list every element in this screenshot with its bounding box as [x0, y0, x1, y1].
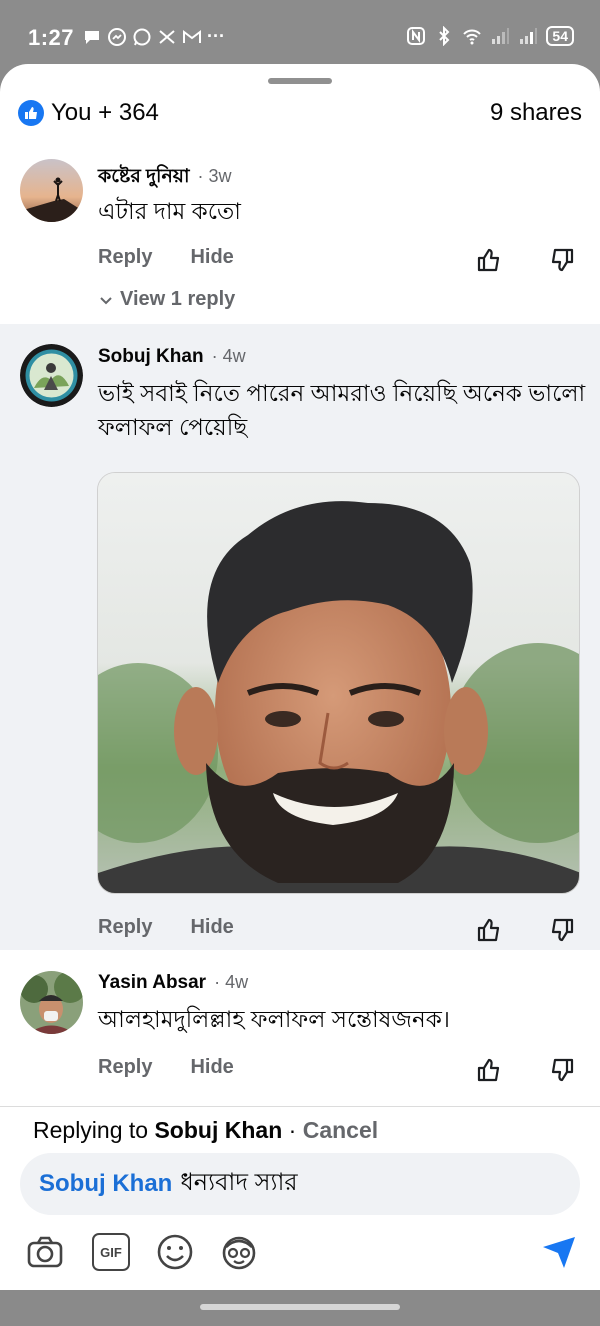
nfc-icon	[407, 27, 426, 45]
comment-actions: Reply Hide	[98, 1056, 234, 1079]
status-bar: 1:27 ··· 54	[0, 0, 600, 70]
comment-time: · 3w	[197, 166, 232, 186]
thumbs-up-icon[interactable]	[475, 1056, 503, 1084]
home-gesture-bar[interactable]	[200, 1304, 400, 1310]
hide-button[interactable]: Hide	[190, 246, 233, 269]
likes-text: You + 364	[51, 99, 159, 126]
comment-actions: Reply Hide	[98, 246, 234, 269]
avatar[interactable]	[20, 971, 83, 1034]
system-navigation-bar	[0, 1290, 600, 1326]
comment-time: · 4w	[214, 972, 249, 992]
commenter-name[interactable]: Sobuj Khan	[98, 346, 204, 368]
system-icons: 54	[406, 26, 574, 46]
thumbs-down-icon[interactable]	[548, 246, 576, 274]
comment-header: Yasin Absar · 4w	[98, 972, 248, 994]
reply-composer: Replying to Sobuj Khan · Cancel Sobuj Kh…	[0, 1106, 600, 1290]
thumbs-down-icon[interactable]	[548, 1056, 576, 1084]
reaction-count[interactable]: You + 364	[18, 99, 159, 127]
chevron-down-icon	[100, 296, 112, 304]
notification-icons: ···	[82, 26, 225, 47]
gif-icon[interactable]: GIF	[92, 1233, 130, 1271]
commenter-name[interactable]: Yasin Absar	[98, 972, 206, 994]
battery-icon: 54	[546, 26, 574, 46]
reply-button[interactable]: Reply	[98, 916, 152, 939]
camera-icon[interactable]	[26, 1233, 64, 1271]
bluetooth-icon	[439, 26, 450, 46]
comment-actions: Reply Hide	[98, 916, 234, 939]
thumbs-up-icon[interactable]	[475, 246, 503, 274]
comment-time: · 4w	[211, 346, 246, 366]
shares-count[interactable]: 9 shares	[490, 99, 582, 127]
comment-header: Sobuj Khan · 4w	[98, 346, 246, 368]
avatar-sticker-icon[interactable]	[220, 1233, 258, 1271]
hide-button[interactable]: Hide	[190, 1056, 233, 1079]
commenter-name[interactable]: কষ্টের দুনিয়া	[98, 162, 190, 194]
comment-text: আলহামদুলিল্লাহ ফলাফল সন্তোষজনক।	[98, 1006, 451, 1032]
signal-icon	[492, 28, 510, 44]
comment-item: Sobuj Khan · 4w ভাই সবাই নিতে পারেন আমরা…	[0, 324, 600, 950]
reactions-summary: You + 364 9 shares	[18, 96, 582, 130]
comment-text: এটার দাম কতো	[98, 198, 241, 224]
send-icon[interactable]	[540, 1233, 578, 1271]
emoji-icon[interactable]	[156, 1233, 194, 1271]
more-dots-icon: ···	[207, 26, 225, 46]
drag-handle[interactable]	[268, 78, 332, 84]
comments-sheet: You + 364 9 shares কষ্টের দুনিয়া · 3w এ…	[0, 64, 600, 1290]
gif-label: GIF	[100, 1244, 122, 1260]
signal-icon	[520, 28, 538, 44]
comment-item: কষ্টের দুনিয়া · 3w এটার দাম কতো Reply H…	[0, 144, 600, 324]
mention-tag: Sobuj Khan	[39, 1170, 173, 1197]
chat-bubble-icon	[85, 30, 99, 44]
whatsapp-icon	[133, 28, 151, 45]
thumbs-up-icon[interactable]	[475, 916, 503, 944]
comment-photo[interactable]	[97, 472, 580, 894]
messenger-icon	[108, 27, 126, 46]
gmail-icon	[183, 29, 201, 43]
comment-item: Yasin Absar · 4w আলহামদুলিল্লাহ ফলাফল সন…	[0, 950, 600, 1106]
reply-button[interactable]: Reply	[98, 246, 152, 269]
view-replies-link[interactable]: View 1 reply	[98, 288, 235, 311]
separator: ·	[288, 1117, 297, 1143]
replying-prefix: Replying to	[33, 1117, 149, 1143]
replying-name: Sobuj Khan	[154, 1117, 283, 1143]
like-reaction-icon	[18, 100, 44, 126]
cancel-reply-button[interactable]: Cancel	[303, 1117, 378, 1143]
status-time: 1:27	[28, 25, 75, 50]
view-replies-label: View 1 reply	[120, 288, 236, 310]
avatar[interactable]	[20, 159, 83, 222]
wifi-icon	[463, 29, 482, 45]
avatar[interactable]	[20, 344, 83, 407]
reply-button[interactable]: Reply	[98, 1056, 152, 1079]
composer-toolbar: GIF	[26, 1233, 582, 1273]
draft-text: ধন্যবাদ স্যার	[180, 1169, 298, 1196]
hide-button[interactable]: Hide	[190, 916, 233, 939]
comment-header: কষ্টের দুনিয়া · 3w	[98, 162, 232, 194]
scissors-icon	[159, 29, 175, 44]
comment-text: ভাই সবাই নিতে পারেন আমরাও নিয়েছি অনেক ভ…	[98, 380, 586, 440]
replying-to-bar: Replying to Sobuj Khan · Cancel	[33, 1117, 378, 1144]
thumbs-down-icon[interactable]	[548, 916, 576, 944]
comment-input[interactable]: Sobuj Khan ধন্যবাদ স্যার	[20, 1153, 580, 1215]
